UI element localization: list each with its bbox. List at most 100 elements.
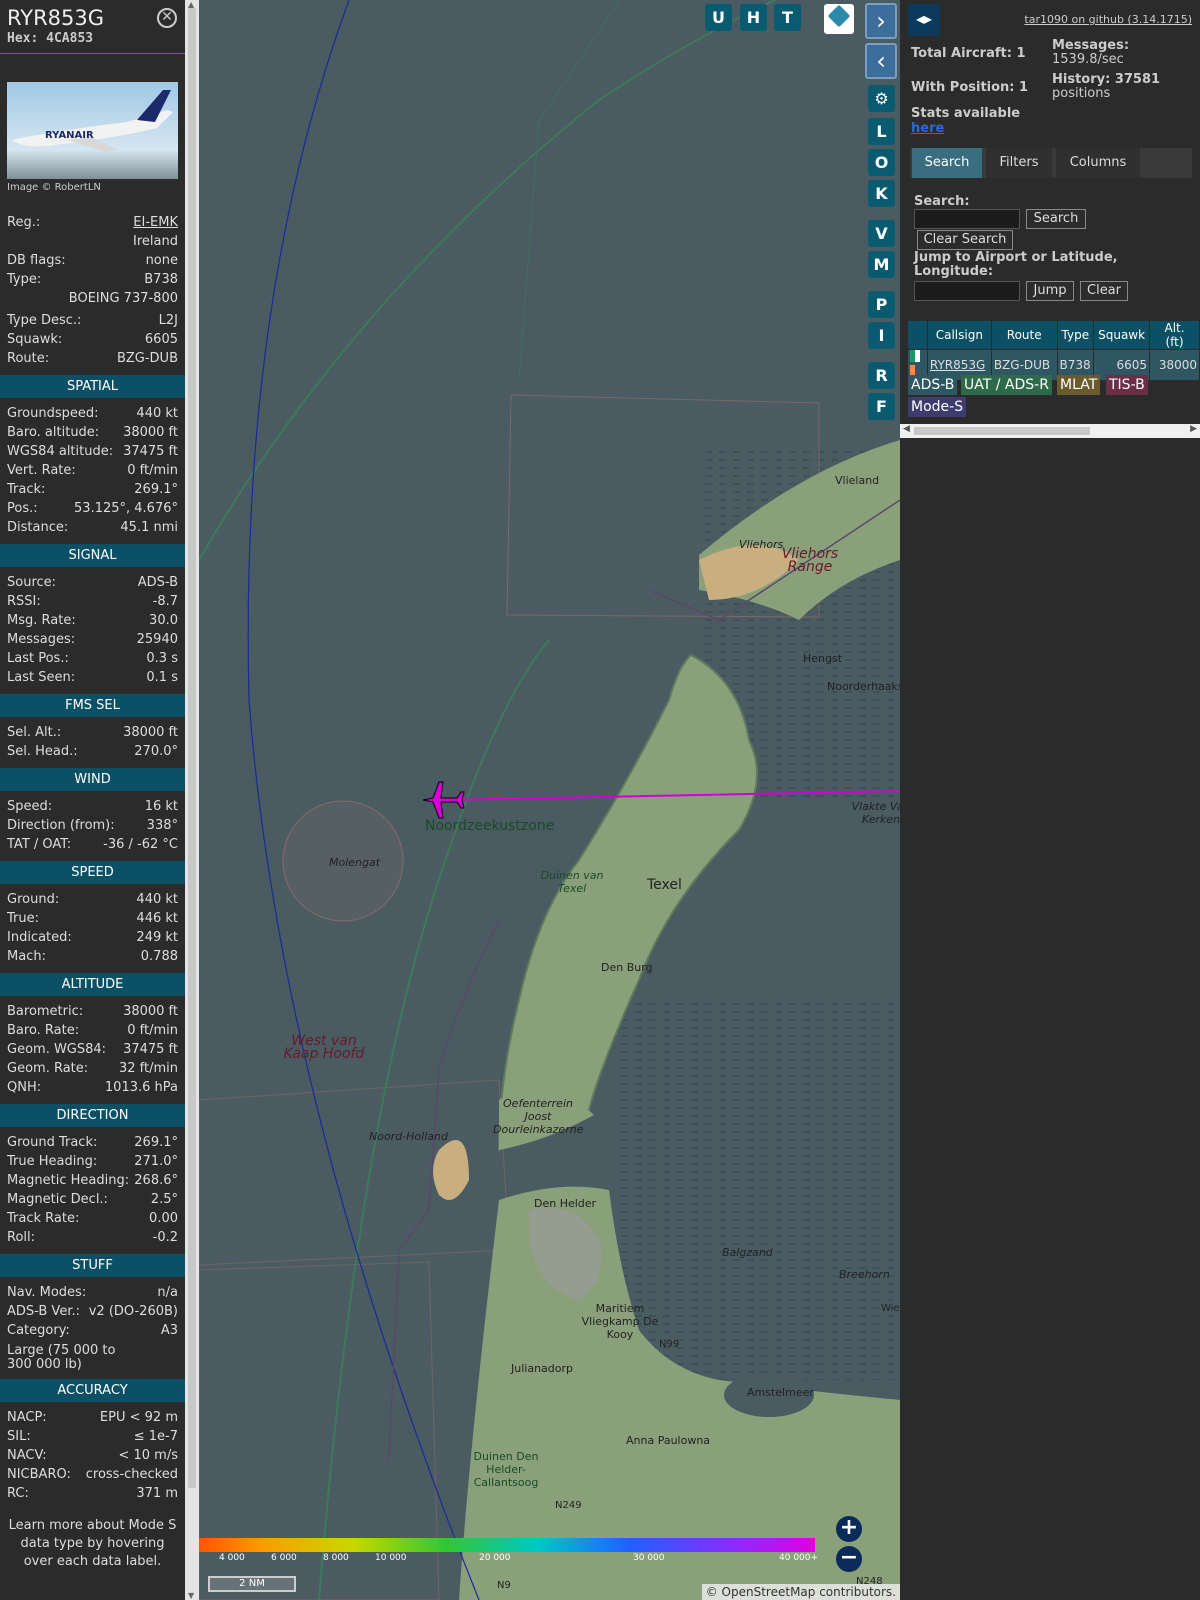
- detail-row: Messages: 25940: [7, 630, 178, 649]
- map-button-v[interactable]: V: [868, 220, 895, 247]
- detail-label[interactable]: Distance:: [7, 518, 68, 537]
- map-button-m[interactable]: M: [868, 251, 895, 278]
- map-button-i[interactable]: I: [868, 322, 895, 349]
- map-button-f[interactable]: F: [868, 393, 895, 420]
- detail-label[interactable]: Messages:: [7, 630, 75, 649]
- close-icon[interactable]: ✕: [157, 8, 177, 28]
- detail-label[interactable]: RC:: [7, 1484, 29, 1503]
- col-callsign[interactable]: Callsign: [926, 320, 992, 350]
- aircraft-photo[interactable]: RYANAIR: [7, 82, 178, 179]
- sidebar-scrollbar[interactable]: ▲ ▼: [185, 0, 199, 1600]
- detail-label[interactable]: Magnetic Heading:: [7, 1171, 129, 1190]
- badge-mlat[interactable]: MLAT: [1057, 375, 1101, 395]
- detail-label[interactable]: Indicated:: [7, 928, 72, 947]
- detail-label[interactable]: Vert. Rate:: [7, 461, 76, 480]
- clear-button[interactable]: Clear: [1080, 281, 1128, 301]
- detail-row: Geom. Rate: 32 ft/min: [7, 1059, 178, 1078]
- detail-label[interactable]: QNH:: [7, 1078, 41, 1097]
- table-horizontal-scrollbar[interactable]: ▶ ◀: [900, 424, 1200, 438]
- detail-label[interactable]: Ground:: [7, 890, 59, 909]
- tab-columns[interactable]: Columns: [1056, 148, 1140, 178]
- badge-tisb[interactable]: TIS-B: [1106, 375, 1148, 395]
- detail-label[interactable]: Roll:: [7, 1228, 35, 1247]
- map-button-k[interactable]: K: [868, 180, 895, 207]
- detail-label[interactable]: True:: [7, 909, 39, 928]
- map-button-t[interactable]: T: [774, 4, 801, 31]
- jump-input[interactable]: [914, 281, 1020, 301]
- col-route[interactable]: Route: [990, 320, 1058, 350]
- map-label: Anna Paulowna: [626, 1434, 711, 1447]
- version-link[interactable]: tar1090 on github (3.14.1715): [1024, 13, 1192, 26]
- detail-label[interactable]: RSSI:: [7, 592, 41, 611]
- detail-value: 37475 ft: [123, 1042, 178, 1057]
- col-alt[interactable]: Alt. (ft): [1149, 320, 1200, 350]
- detail-value: 338°: [146, 818, 178, 833]
- detail-value: 446 kt: [136, 911, 178, 926]
- detail-label[interactable]: Geom. Rate:: [7, 1059, 88, 1078]
- map-attribution[interactable]: © OpenStreetMap contributors.: [701, 1584, 900, 1600]
- detail-row: Last Pos.: 0.3 s: [7, 649, 178, 668]
- detail-label[interactable]: Speed:: [7, 797, 52, 816]
- detail-label[interactable]: Sel. Alt.:: [7, 723, 61, 742]
- jump-button[interactable]: Jump: [1026, 281, 1074, 301]
- detail-label[interactable]: ADS-B Ver.:: [7, 1302, 80, 1321]
- clear-search-button[interactable]: Clear Search: [917, 230, 1013, 250]
- detail-label[interactable]: Direction (from):: [7, 816, 115, 835]
- detail-label[interactable]: True Heading:: [7, 1152, 97, 1171]
- detail-label[interactable]: Baro. Rate:: [7, 1021, 79, 1040]
- detail-label[interactable]: Nav. Modes:: [7, 1283, 86, 1302]
- map-button-h[interactable]: H: [740, 4, 767, 31]
- detail-label[interactable]: Track:: [7, 480, 45, 499]
- tab-filters[interactable]: Filters: [986, 148, 1052, 178]
- map-view[interactable]: Vlieland Vliehors Vliehors Range Hengst Noor…: [199, 0, 900, 1600]
- detail-label[interactable]: Source:: [7, 573, 56, 592]
- map-button-u[interactable]: U: [705, 4, 732, 31]
- map-button-l[interactable]: L: [868, 118, 895, 145]
- detail-label[interactable]: NICBARO:: [7, 1465, 71, 1484]
- detail-label[interactable]: TAT / OAT:: [7, 835, 71, 854]
- detail-label[interactable]: Last Pos.:: [7, 649, 69, 668]
- badge-modes[interactable]: Mode-S: [908, 397, 967, 417]
- detail-label[interactable]: Pos.:: [7, 499, 38, 518]
- detail-label[interactable]: SIL:: [7, 1427, 31, 1446]
- search-input[interactable]: [914, 209, 1020, 229]
- detail-label[interactable]: Track Rate:: [7, 1209, 79, 1228]
- map-button-p[interactable]: P: [868, 291, 895, 318]
- zoom-out-button[interactable]: −: [836, 1546, 862, 1572]
- detail-row: Ground Track: 269.1°: [7, 1133, 178, 1152]
- detail-value: 440 kt: [136, 406, 178, 421]
- tab-search[interactable]: Search: [912, 148, 982, 178]
- badge-adsb[interactable]: ADS-B: [908, 375, 958, 395]
- detail-label[interactable]: Mach:: [7, 947, 46, 966]
- detail-row: Reg.: EI-EMK: [7, 213, 178, 232]
- settings-gear-icon[interactable]: ⚙: [868, 85, 895, 112]
- col-type[interactable]: Type: [1056, 320, 1095, 350]
- registration-link[interactable]: EI-EMK: [133, 213, 178, 232]
- expand-right-button[interactable]: ›: [865, 3, 897, 39]
- search-button[interactable]: Search: [1026, 209, 1086, 229]
- detail-label[interactable]: NACV:: [7, 1446, 47, 1465]
- detail-label[interactable]: Baro. altitude:: [7, 423, 99, 442]
- badge-uat[interactable]: UAT / ADS-R: [961, 375, 1052, 395]
- detail-label[interactable]: Ground Track:: [7, 1133, 97, 1152]
- map-button-r[interactable]: R: [868, 362, 895, 389]
- toggle-sidebar-icon[interactable]: ◂▸: [908, 4, 940, 36]
- detail-label[interactable]: Magnetic Decl.:: [7, 1190, 108, 1209]
- col-squawk[interactable]: Squawk: [1093, 320, 1151, 350]
- detail-label[interactable]: Geom. WGS84:: [7, 1040, 106, 1059]
- airplane-photo-icon: RYANAIR: [12, 90, 173, 152]
- stats-link[interactable]: here: [911, 121, 944, 136]
- with-position: With Position: 1: [911, 80, 1029, 95]
- detail-label[interactable]: Barometric:: [7, 1002, 83, 1021]
- detail-label[interactable]: Last Seen:: [7, 668, 75, 687]
- detail-label[interactable]: Groundspeed:: [7, 404, 98, 423]
- map-button-o[interactable]: O: [868, 149, 895, 176]
- detail-label[interactable]: NACP:: [7, 1408, 47, 1427]
- zoom-in-button[interactable]: +: [836, 1516, 862, 1542]
- detail-label[interactable]: WGS84 altitude:: [7, 442, 113, 461]
- detail-label[interactable]: Sel. Head.:: [7, 742, 78, 761]
- detail-label[interactable]: Msg. Rate:: [7, 611, 76, 630]
- collapse-left-button[interactable]: ‹: [865, 43, 897, 79]
- layers-icon[interactable]: [824, 4, 854, 34]
- detail-label[interactable]: Category:: [7, 1321, 70, 1340]
